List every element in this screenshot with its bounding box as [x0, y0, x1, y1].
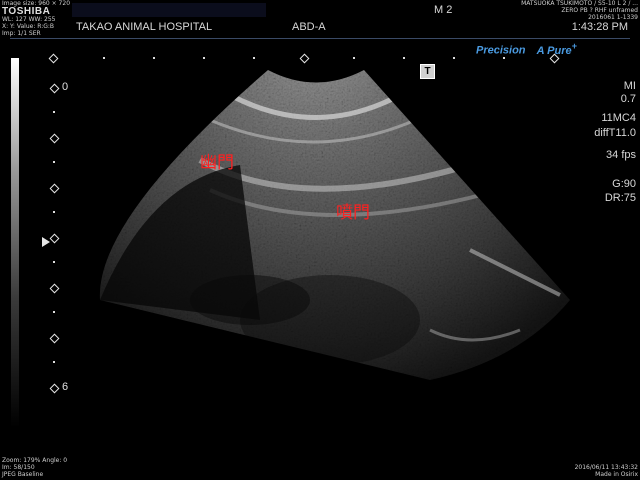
probe-name: 11MC4 [601, 112, 636, 124]
study-datetime: 2016/06/11 13:43:32 [574, 464, 638, 471]
mi-label: MI [623, 80, 636, 92]
filter-setting: diffT11.0 [594, 127, 636, 139]
cardia-annotation: 噴門 [336, 203, 370, 223]
ultrasound-image [99, 70, 570, 380]
pylorus-annotation: 幽門 [200, 153, 234, 173]
compression-info: JPEG Baseline [2, 471, 44, 478]
gain-value: G:90 [612, 178, 636, 190]
zoom-info: Zoom: 179% Angle: 0 [2, 457, 68, 464]
frame-rate: 34 fps [606, 149, 636, 161]
dynamic-range: DR:75 [604, 192, 636, 204]
mi-value: 0.7 [620, 93, 636, 105]
frames-info: Im: 58/150 [2, 464, 35, 471]
origin-info: Made in Osirix [595, 471, 638, 478]
